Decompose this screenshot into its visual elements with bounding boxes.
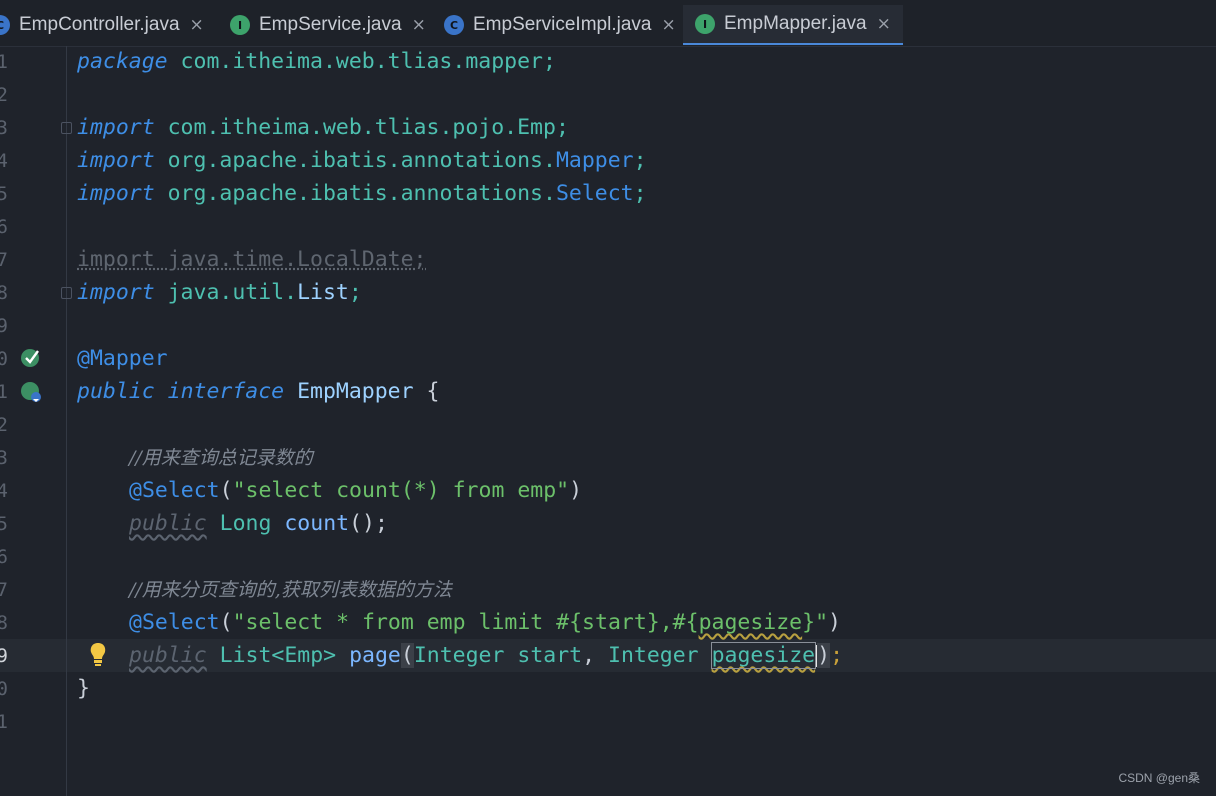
code-line-15[interactable]: public Long count(); — [129, 507, 388, 540]
code-line-8[interactable]: import java.util.List; — [77, 276, 362, 309]
tab-label: EmpController.java — [19, 14, 180, 35]
watermark: CSDN @gen桑 — [1118, 771, 1200, 785]
close-icon[interactable]: × — [877, 14, 891, 34]
line-number: 1 — [0, 51, 8, 73]
class-icon: C — [0, 15, 10, 35]
code-line-11[interactable]: public interface EmpMapper { — [77, 375, 439, 408]
line-number: 6 — [0, 546, 8, 568]
line-number: 9 — [0, 315, 8, 337]
tab-empserviceimpl[interactable]: C EmpServiceImpl.java × — [444, 5, 676, 45]
line-number: 5 — [0, 513, 8, 535]
code-line-5[interactable]: import org.apache.ibatis.annotations.Sel… — [77, 177, 647, 210]
code-line-3[interactable]: import com.itheima.web.tlias.pojo.Emp; — [77, 111, 569, 144]
close-icon[interactable]: × — [661, 15, 675, 35]
line-number: 0 — [0, 348, 8, 370]
code-line-10[interactable]: @Mapper — [77, 342, 168, 375]
tab-label: EmpServiceImpl.java — [473, 14, 652, 35]
line-number: 5 — [0, 183, 8, 205]
line-number: 2 — [0, 414, 8, 436]
line-number: 7 — [0, 579, 8, 601]
close-icon[interactable]: × — [190, 15, 204, 35]
line-number: 6 — [0, 216, 8, 238]
code-line-1[interactable]: package com.itheima.web.tlias.mapper; — [77, 45, 556, 78]
gutter-separator — [66, 46, 67, 796]
tab-empcontroller[interactable]: C EmpController.java × — [0, 5, 204, 45]
line-number: 8 — [0, 282, 8, 304]
code-line-13-comment[interactable]: //用来查询总记录数的 — [129, 441, 313, 474]
code-line-19[interactable]: public List<Emp> page(Integer start, Int… — [129, 639, 843, 672]
tab-empservice[interactable]: I EmpService.java × — [230, 5, 426, 45]
line-number: 0 — [0, 678, 8, 700]
close-icon[interactable]: × — [412, 15, 426, 35]
class-icon: C — [444, 15, 464, 35]
tab-label: EmpService.java — [259, 14, 402, 35]
lightbulb-icon[interactable] — [89, 642, 107, 668]
line-number-current: 9 — [0, 645, 8, 667]
line-number: 7 — [0, 249, 8, 271]
line-number: 4 — [0, 150, 8, 172]
line-number: 1 — [0, 711, 8, 733]
line-number: 3 — [0, 447, 8, 469]
interface-icon: I — [695, 14, 715, 34]
line-number: 2 — [0, 84, 8, 106]
code-line-14[interactable]: @Select("select count(*) from emp") — [129, 474, 582, 507]
code-line-17-comment[interactable]: //用来分页查询的,获取列表数据的方法 — [129, 573, 452, 606]
mybatis-mapper-gutter-icon[interactable] — [20, 347, 42, 369]
code-line-7-unused-import[interactable]: import java.time.LocalDate; — [77, 243, 427, 276]
fold-marker-icon[interactable] — [61, 122, 72, 134]
line-number: 1 — [0, 381, 8, 403]
tab-label: EmpMapper.java — [724, 13, 867, 34]
fold-marker-icon[interactable] — [61, 287, 72, 299]
editor-tab-bar: C EmpController.java × I EmpService.java… — [0, 0, 1216, 47]
line-number: 4 — [0, 480, 8, 502]
interface-icon: I — [230, 15, 250, 35]
tab-empmapper[interactable]: I EmpMapper.java × — [683, 5, 903, 45]
line-number: 8 — [0, 612, 8, 634]
code-line-4[interactable]: import org.apache.ibatis.annotations.Map… — [77, 144, 647, 177]
line-number: 3 — [0, 117, 8, 139]
code-line-18[interactable]: @Select("select * from emp limit #{start… — [129, 606, 841, 639]
implementation-gutter-icon[interactable] — [20, 380, 44, 404]
code-line-20[interactable]: } — [77, 672, 90, 705]
